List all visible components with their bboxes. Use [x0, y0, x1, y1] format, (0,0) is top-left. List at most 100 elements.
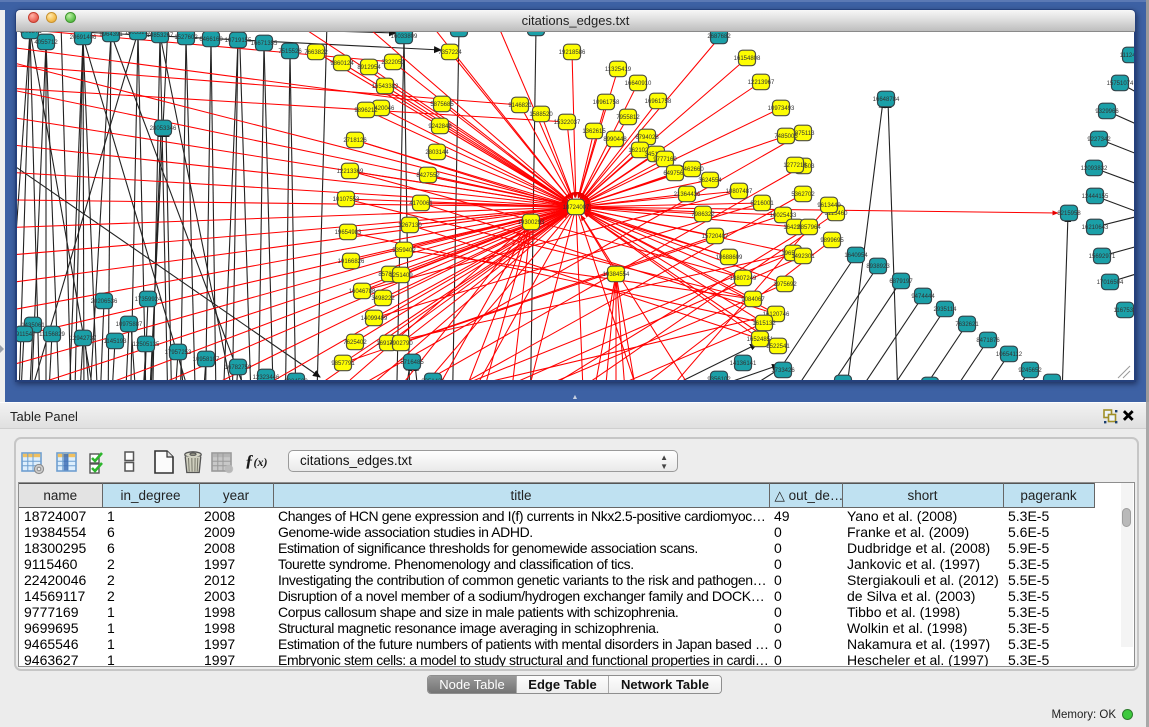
svg-text:7902790: 7902790 — [389, 341, 413, 347]
svg-text:10961758: 10961758 — [593, 100, 620, 106]
svg-text:10719155: 10719155 — [225, 38, 252, 44]
svg-text:3624554: 3624554 — [698, 178, 722, 184]
svg-text:11325419: 11325419 — [605, 67, 632, 73]
svg-text:10654112: 10654112 — [996, 352, 1023, 358]
svg-text:7485005: 7485005 — [774, 134, 798, 140]
svg-text:5359402: 5359402 — [392, 248, 416, 254]
svg-text:12942737: 12942737 — [70, 336, 97, 342]
svg-text:19166826: 19166826 — [338, 259, 365, 265]
svg-text:10688609: 10688609 — [716, 255, 743, 261]
svg-text:9481103: 9481103 — [448, 32, 472, 33]
svg-text:9356102: 9356102 — [707, 377, 731, 380]
svg-text:10807487: 10807487 — [726, 189, 753, 195]
svg-text:9474444: 9474444 — [911, 294, 935, 300]
svg-text:9964391: 9964391 — [99, 32, 123, 38]
svg-text:15322037: 15322037 — [554, 120, 581, 126]
svg-text:7986322: 7986322 — [691, 212, 715, 218]
svg-text:8471876: 8471876 — [976, 338, 1000, 344]
svg-text:17016504: 17016504 — [1097, 280, 1124, 286]
svg-text:5875685: 5875685 — [430, 102, 454, 108]
svg-text:1733426: 1733426 — [771, 368, 795, 374]
svg-text:16961758: 16961758 — [645, 99, 672, 105]
svg-text:2803144: 2803144 — [425, 150, 449, 156]
svg-text:1588520: 1588520 — [529, 112, 553, 118]
svg-text:16154808: 16154808 — [734, 56, 761, 62]
svg-text:9777169: 9777169 — [653, 157, 677, 163]
svg-text:1975692: 1975692 — [773, 282, 797, 288]
svg-text:28053346: 28053346 — [150, 126, 177, 132]
svg-text:17359924: 17359924 — [135, 297, 162, 303]
svg-text:12505135: 12505135 — [133, 342, 160, 348]
svg-text:5716485: 5716485 — [400, 360, 424, 366]
svg-text:16210643: 16210643 — [1082, 225, 1109, 231]
svg-text:1145193: 1145193 — [104, 339, 128, 345]
svg-text:1277216: 1277216 — [783, 163, 807, 169]
svg-text:9242848: 9242848 — [428, 124, 452, 130]
svg-text:3498222: 3498222 — [371, 296, 395, 302]
svg-text:9899695: 9899695 — [820, 238, 844, 244]
svg-text:9227342: 9227342 — [1087, 137, 1111, 143]
svg-text:7462660: 7462660 — [680, 167, 704, 173]
svg-text:6794028: 6794028 — [635, 135, 659, 141]
svg-text:19218586: 19218586 — [559, 50, 586, 56]
svg-text:12213967: 12213967 — [748, 80, 775, 86]
svg-text:9896212: 9896212 — [354, 108, 378, 114]
svg-text:16648784: 16648784 — [873, 97, 900, 103]
svg-text:15751074: 15751074 — [1107, 81, 1134, 87]
svg-text:9857791: 9857791 — [331, 361, 355, 367]
svg-text:9024502: 9024502 — [284, 379, 308, 380]
svg-text:1112438: 1112438 — [1120, 53, 1134, 59]
svg-text:6466160: 6466160 — [199, 37, 223, 43]
svg-text:12323446: 12323446 — [253, 375, 280, 380]
svg-text:2687682: 2687682 — [707, 34, 731, 40]
svg-text:10973493: 10973493 — [768, 106, 795, 112]
svg-text:2322051: 2322051 — [381, 60, 405, 66]
svg-text:19300293: 19300293 — [518, 220, 545, 226]
svg-text:1492301: 1492301 — [791, 254, 815, 260]
svg-text:9245652: 9245652 — [1018, 368, 1042, 374]
svg-text:21364436: 21364436 — [674, 192, 701, 198]
svg-text:4170061: 4170061 — [409, 201, 433, 207]
svg-text:7515526: 7515526 — [278, 49, 302, 55]
svg-text:16033809: 16033809 — [391, 34, 418, 40]
svg-text:7632621: 7632621 — [955, 322, 979, 328]
svg-text:10975887: 10975887 — [116, 322, 143, 328]
svg-text:7357224: 7357224 — [438, 50, 462, 56]
svg-text:12213369: 12213369 — [337, 169, 364, 175]
svg-text:3267130: 3267130 — [398, 223, 422, 229]
svg-text:9857964: 9857964 — [797, 225, 821, 231]
svg-text:16046788: 16046788 — [349, 289, 376, 295]
svg-text:17957253: 17957253 — [165, 350, 192, 356]
svg-text:16543382: 16543382 — [372, 84, 399, 90]
svg-text:14136141: 14136141 — [730, 361, 757, 367]
svg-text:2718126: 2718126 — [343, 138, 367, 144]
svg-text:10853267: 10853267 — [147, 33, 174, 39]
svg-text:1362615: 1362615 — [582, 129, 606, 135]
svg-text:9146821: 9146821 — [508, 103, 532, 109]
svg-text:19384554: 19384554 — [603, 272, 630, 278]
svg-text:9860124: 9860124 — [330, 61, 354, 67]
svg-text:2522541: 2522541 — [766, 344, 790, 350]
svg-text:1615132: 1615132 — [752, 321, 776, 327]
svg-text:7663822: 7663822 — [304, 50, 328, 56]
svg-text:16640910: 16640910 — [625, 81, 652, 87]
svg-text:8215958: 8215958 — [1057, 211, 1081, 217]
svg-text:6879197: 6879197 — [889, 279, 913, 285]
svg-text:11156829: 11156829 — [39, 332, 65, 338]
svg-text:20691406: 20691406 — [70, 35, 97, 41]
svg-text:7955812: 7955812 — [616, 115, 640, 121]
svg-text:14099489: 14099489 — [361, 316, 388, 322]
svg-text:9613440: 9613440 — [817, 203, 841, 209]
svg-text:8912954: 8912954 — [357, 65, 381, 71]
svg-text:1251409: 1251409 — [389, 273, 413, 279]
svg-text:8990448: 8990448 — [603, 137, 627, 143]
svg-text:10025433: 10025433 — [770, 213, 797, 219]
svg-text:18807249: 18807249 — [730, 276, 757, 282]
svg-text:7625402: 7625402 — [343, 340, 367, 346]
svg-text:16782759: 16782759 — [225, 365, 252, 371]
svg-text:12444155: 12444155 — [1082, 194, 1109, 200]
svg-text:4055712: 4055712 — [34, 40, 58, 46]
svg-text:1527602: 1527602 — [174, 35, 198, 41]
svg-text:18724007: 18724007 — [563, 205, 590, 211]
svg-text:8351426: 8351426 — [421, 379, 445, 380]
